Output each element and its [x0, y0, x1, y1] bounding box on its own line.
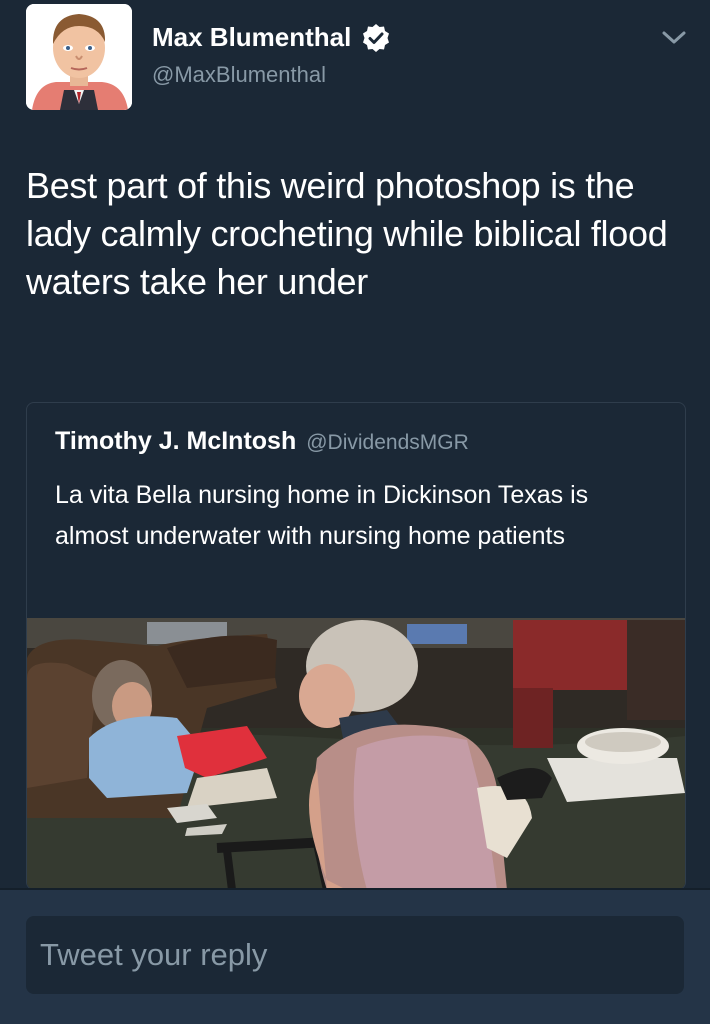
quoted-author-handle: @DividendsMGR [306, 431, 469, 454]
quoted-tweet-card[interactable]: Timothy J. McIntosh @DividendsMGR La vit… [26, 402, 686, 890]
author-name[interactable]: Max Blumenthal [152, 22, 351, 53]
tweet-text: Best part of this weird photoshop is the… [26, 165, 668, 302]
author-avatar[interactable] [26, 4, 132, 110]
chevron-down-icon[interactable] [660, 28, 688, 48]
reply-bar [0, 890, 710, 1024]
quoted-author-name: Timothy J. McIntosh [55, 427, 297, 455]
quoted-tweet-text: La vita Bella nursing home in Dickinson … [55, 481, 589, 550]
cartoon-portrait-avatar-icon [26, 4, 132, 110]
reply-input[interactable] [26, 916, 684, 994]
flood-photo-image[interactable] [27, 618, 685, 890]
author-handle[interactable]: @MaxBlumenthal [152, 62, 326, 88]
quoted-tweet-header: Timothy J. McIntosh @DividendsMGR [55, 427, 469, 456]
author-name-row[interactable]: Max Blumenthal [152, 22, 391, 53]
verified-badge-icon [363, 23, 390, 52]
